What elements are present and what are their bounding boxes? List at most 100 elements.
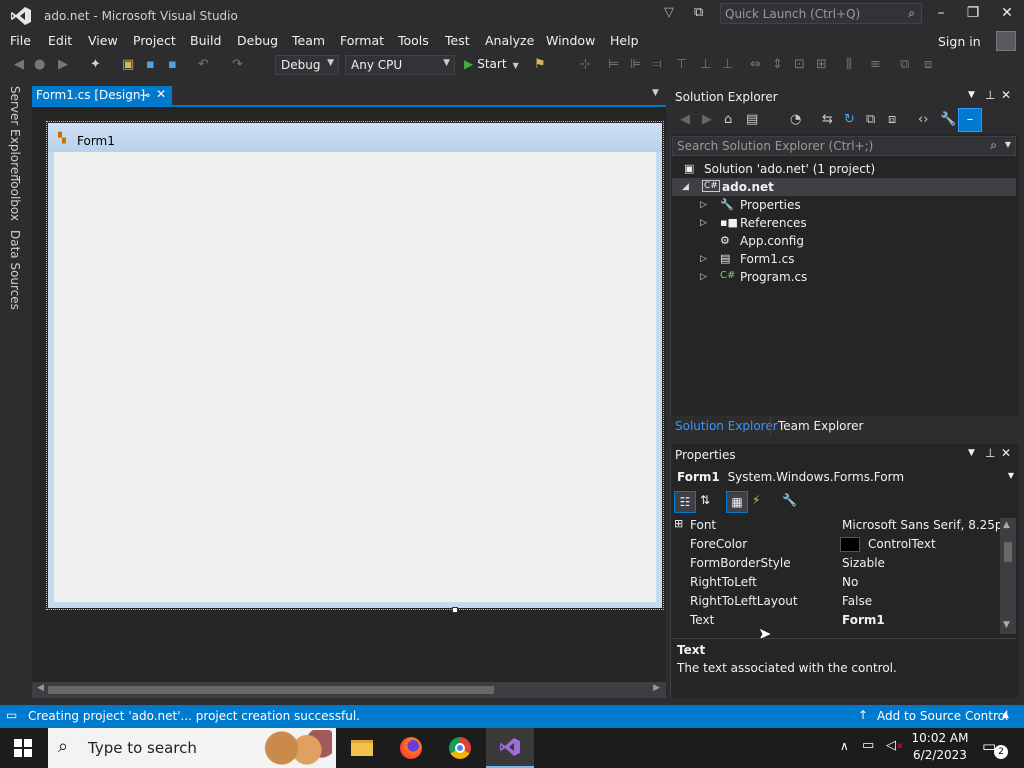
bring-to-front-icon[interactable]: ⧉ [900, 57, 909, 72]
properties-wrench-icon[interactable]: 🔧 [940, 112, 956, 127]
menu-view[interactable]: View [88, 33, 118, 48]
file-explorer-icon[interactable] [338, 728, 386, 768]
window-position-dropdown-icon[interactable]: ▼ [968, 90, 975, 100]
collapsed-arrow-icon[interactable]: ▷ [700, 218, 707, 228]
menu-project[interactable]: Project [133, 33, 176, 48]
undo-icon[interactable]: ↶ [198, 57, 209, 72]
tree-item-project[interactable]: ◢ C# ado.net [672, 178, 1016, 196]
menu-test[interactable]: Test [445, 33, 470, 48]
home-icon[interactable]: ⌂ [724, 112, 732, 127]
horizontal-spacing-icon[interactable]: ⫼ [846, 57, 852, 72]
align-lefts-icon[interactable]: ⊨ [608, 57, 619, 72]
data-sources-tab[interactable]: Data Sources [8, 230, 22, 310]
volume-muted-icon[interactable]: ◁✕ [886, 738, 904, 753]
tab-solution-explorer[interactable]: Solution Explorer [675, 419, 778, 433]
vertical-spacing-icon[interactable]: ≡ [870, 57, 881, 72]
pending-changes-filter-icon[interactable]: ◔ [790, 112, 801, 127]
toolbox-tab[interactable]: Toolbox [8, 176, 22, 221]
find-in-files-icon[interactable]: ⚑ [534, 57, 546, 72]
refresh-icon[interactable]: ↻ [844, 112, 855, 127]
scrollbar-thumb[interactable] [1004, 542, 1012, 562]
designer-horizontal-scrollbar[interactable]: ◀ ▶ [32, 682, 666, 698]
menu-team[interactable]: Team [292, 33, 325, 48]
chrome-icon[interactable] [436, 728, 484, 768]
property-pages-icon[interactable]: 🔧 [782, 493, 797, 507]
solution-explorer-search-input[interactable]: Search Solution Explorer (Ctrl+;) ⌕ ▼ [672, 136, 1016, 156]
taskbar-clock[interactable]: 10:02 AM 6/2/2023 [908, 731, 972, 762]
navigate-forward-icon[interactable]: ▶ [58, 57, 68, 72]
menu-tools[interactable]: Tools [398, 33, 429, 48]
auto-hide-pin-icon[interactable]: ⊥ [985, 446, 995, 460]
events-lightning-icon[interactable]: ⚡ [752, 493, 760, 507]
tree-item-program-cs[interactable]: ▷ C# Program.cs [672, 268, 1016, 286]
expanded-arrow-icon[interactable]: ◢ [682, 182, 689, 192]
output-window-icon[interactable]: ▭ [6, 708, 17, 722]
menu-edit[interactable]: Edit [48, 33, 72, 48]
menu-debug[interactable]: Debug [237, 33, 278, 48]
size-to-grid-icon[interactable]: ⊞ [816, 57, 827, 72]
property-row-forecolor[interactable]: ForeColor ControlText [672, 535, 998, 554]
tree-item-app-config[interactable]: ⚙ App.config [672, 232, 1016, 250]
form-client-area[interactable] [48, 152, 662, 608]
auto-hide-pin-icon[interactable]: ⊥ [985, 88, 995, 102]
view-code-icon[interactable]: ‹› [918, 112, 928, 127]
make-same-size-icon[interactable]: ⊡ [794, 57, 805, 72]
property-row-text[interactable]: Text Form1 [672, 611, 998, 630]
switch-views-icon[interactable]: ▤ [746, 112, 758, 127]
tree-item-solution[interactable]: ▣ Solution 'ado.net' (1 project) [672, 160, 1016, 178]
close-pane-icon[interactable]: ✕ [1001, 88, 1011, 102]
resize-handle[interactable] [452, 607, 458, 613]
redo-icon[interactable]: ↷ [232, 57, 243, 72]
property-row-formborderstyle[interactable]: FormBorderStyle Sizable [672, 554, 998, 573]
visual-studio-logo-icon[interactable] [8, 5, 34, 27]
save-all-icon[interactable]: ▪ [168, 57, 177, 72]
align-grid-icon[interactable]: ⊹ [580, 57, 591, 72]
sync-with-active-document-icon[interactable]: ⇆ [822, 112, 833, 127]
chevron-up-icon[interactable]: ▲ [1002, 710, 1009, 720]
show-hidden-icons-chevron-icon[interactable]: ∧ [840, 739, 849, 753]
feedback-icon[interactable]: ⧉ [694, 5, 703, 20]
close-window-button[interactable]: ✕ [996, 5, 1018, 25]
solution-platform-select[interactable]: Any CPU ▼ [345, 55, 455, 75]
window-position-dropdown-icon[interactable]: ▼ [968, 448, 975, 458]
collapsed-arrow-icon[interactable]: ▷ [700, 254, 707, 264]
quick-launch-input[interactable]: Quick Launch (Ctrl+Q) ⌕ [720, 3, 922, 24]
make-same-height-icon[interactable]: ⇕ [772, 57, 783, 72]
property-row-font[interactable]: ⊞ Font Microsoft Sans Serif, 8.25pt [672, 516, 1007, 535]
taskbar-search-box[interactable]: ⌕ Type to search [48, 728, 336, 768]
account-avatar-icon[interactable] [996, 31, 1016, 51]
object-selector[interactable]: Form1 System.Windows.Forms.Form ▼ [672, 467, 1018, 487]
close-pane-icon[interactable]: ✕ [1001, 446, 1011, 460]
open-file-icon[interactable]: ▣ [122, 57, 134, 72]
save-icon[interactable]: ▪ [146, 57, 155, 72]
properties-view-icon[interactable]: ▦ [726, 491, 748, 513]
align-rights-icon[interactable]: ⫤ [652, 57, 662, 72]
pin-icon[interactable]: ⊸ [140, 88, 150, 102]
network-icon[interactable]: ▭ [862, 738, 874, 753]
scroll-right-icon[interactable]: ▶ [653, 683, 660, 693]
send-to-back-icon[interactable]: ⧈ [924, 57, 932, 72]
menu-window[interactable]: Window [546, 33, 595, 48]
categorized-icon[interactable]: ☷ [674, 491, 696, 513]
tab-team-explorer[interactable]: Team Explorer [778, 419, 864, 433]
menu-analyze[interactable]: Analyze [485, 33, 534, 48]
filter-icon[interactable]: ▽ [664, 5, 674, 20]
windows-start-icon[interactable] [14, 739, 32, 757]
navigate-back-icon[interactable]: ◀ [14, 57, 24, 72]
property-row-righttoleft[interactable]: RightToLeft No [672, 573, 998, 592]
close-tab-icon[interactable]: ✕ [156, 87, 166, 101]
align-centers-icon[interactable]: ⊫ [630, 57, 641, 72]
preview-selected-items-icon[interactable]: – [958, 108, 982, 132]
navigate-dropdown-icon[interactable]: ● [34, 57, 45, 72]
collapse-all-icon[interactable]: ⧉ [866, 112, 875, 127]
expand-plus-icon[interactable]: ⊞ [674, 517, 683, 530]
tab-form1-design[interactable]: Form1.cs [Design] ⊸ ✕ [32, 86, 172, 106]
form-title-bar[interactable] [48, 123, 662, 152]
property-row-righttoleftlayout[interactable]: RightToLeftLayout False [672, 592, 998, 611]
start-button[interactable]: ▶ Start ▼ [464, 57, 519, 71]
menu-help[interactable]: Help [610, 33, 639, 48]
tree-item-references[interactable]: ▷ ▪■ References [672, 214, 1016, 232]
show-all-files-icon[interactable]: ⧈ [888, 112, 896, 127]
collapsed-arrow-icon[interactable]: ▷ [700, 272, 707, 282]
menu-format[interactable]: Format [340, 33, 384, 48]
